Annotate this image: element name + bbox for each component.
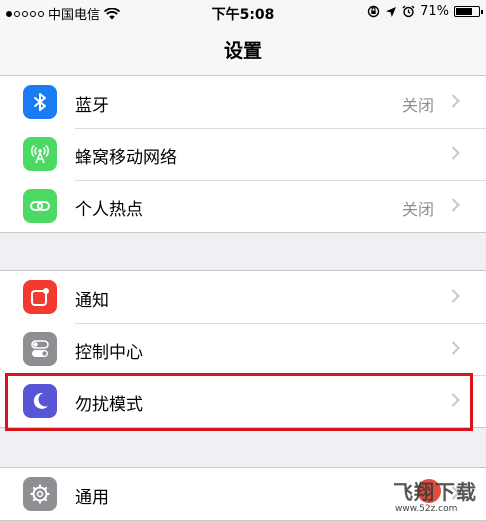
watermark-logo: 飞翔下载 www.52z.com	[393, 476, 481, 516]
chevron-right-icon	[451, 198, 460, 212]
battery-icon	[454, 6, 483, 17]
row-value: 关闭	[401, 96, 434, 115]
watermark-url: www.52z.com	[395, 504, 458, 514]
orientation-lock-icon	[367, 5, 380, 18]
settings-row-personal-hotspot[interactable]: 个人热点 关闭	[0, 180, 486, 232]
settings-row-notifications[interactable]: 通知	[0, 271, 486, 323]
highlight-box	[5, 373, 473, 431]
watermark-title: 飞翔下载	[393, 480, 477, 504]
page-title: 设置	[223, 40, 262, 62]
gear-icon	[23, 477, 57, 511]
chevron-right-icon	[451, 289, 460, 303]
bluetooth-icon	[23, 85, 57, 119]
row-label: 个人热点	[75, 200, 143, 220]
notifications-icon	[23, 280, 57, 314]
cellular-antenna-icon	[23, 137, 57, 171]
location-arrow-icon	[386, 6, 397, 17]
row-value: 关闭	[401, 200, 434, 219]
settings-row-bluetooth[interactable]: 蓝牙 关闭	[0, 76, 486, 128]
status-right: 71%	[367, 4, 483, 19]
control-center-icon	[23, 332, 57, 366]
row-label: 蓝牙	[75, 96, 109, 116]
chevron-right-icon	[451, 341, 460, 355]
alarm-clock-icon	[402, 5, 415, 18]
row-label: 通知	[75, 291, 109, 311]
row-label: 通用	[75, 488, 109, 508]
chevron-right-icon	[451, 146, 460, 160]
personal-hotspot-icon	[23, 189, 57, 223]
settings-group-connectivity: 蓝牙 关闭 蜂窝移动网络 个人热点 关闭	[0, 75, 486, 233]
status-bar: 中国电信 下午5:08 71%	[0, 0, 486, 24]
chevron-right-icon	[451, 94, 460, 108]
row-label: 蜂窝移动网络	[75, 148, 177, 168]
row-label: 控制中心	[75, 343, 143, 363]
battery-percent: 71%	[420, 4, 449, 19]
settings-row-cellular[interactable]: 蜂窝移动网络	[0, 128, 486, 180]
navigation-bar: 设置	[0, 24, 486, 76]
settings-row-control-center[interactable]: 控制中心	[0, 323, 486, 375]
